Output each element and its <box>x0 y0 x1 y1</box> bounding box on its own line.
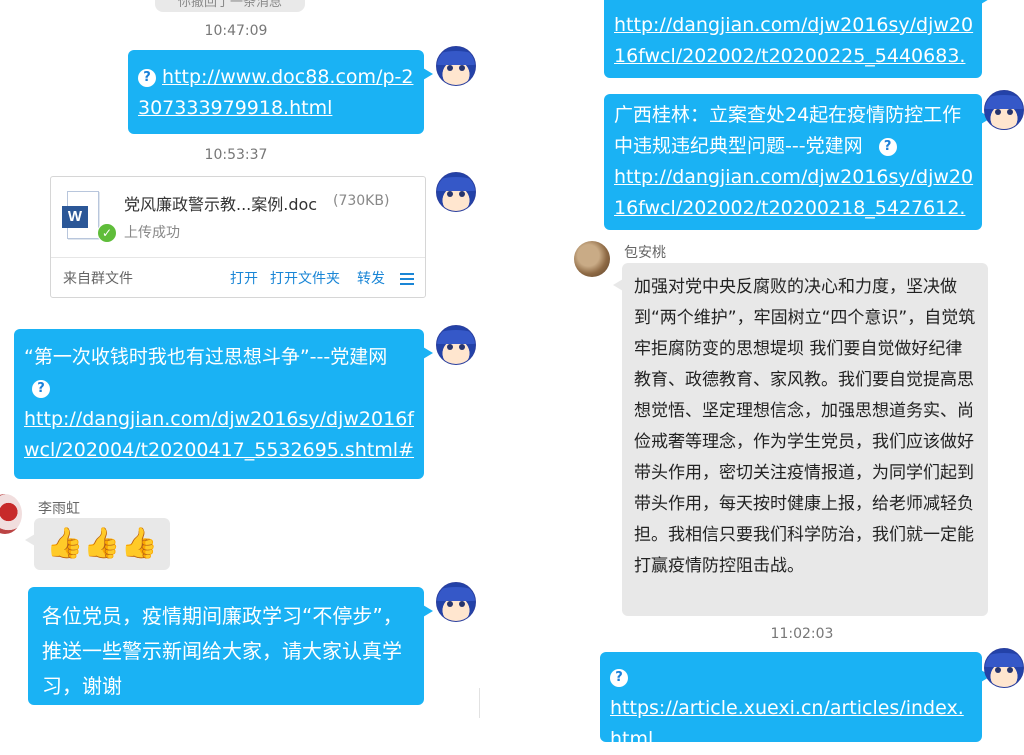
recall-notice: 你撤回了一条消息 <box>155 0 305 12</box>
check-icon: ✓ <box>97 223 117 243</box>
sender-name: 李雨虹 <box>38 501 80 517</box>
message-text: “第一次收钱时我也有过思想斗争”---党建网 <box>24 346 388 368</box>
question-icon: ? <box>610 669 628 687</box>
open-folder-button[interactable]: 打开文件夹 <box>270 268 340 288</box>
left-chat-pane: 你撤回了一条消息 10:47:09 ? http://www.doc88.com/… <box>0 0 480 723</box>
message-text: 广西桂林：立案查处24起在疫情防控工作中违规违纪典型问题---党建网 <box>614 104 962 157</box>
message-link[interactable]: http://dangjian.com/djw2016sy/djw2016fwc… <box>614 166 973 250</box>
message-link[interactable]: http://dangjian.com/djw2016sy/djw2016fwc… <box>24 408 414 461</box>
file-name: 党风廉政警示教...案例.doc <box>124 195 318 214</box>
word-doc-icon: W <box>62 191 99 239</box>
message-bubble-link[interactable]: “第一次收钱时我也有过思想斗争”---党建网 ? http://dangjian… <box>14 329 433 479</box>
message-bubble-link[interactable]: http://dangjian.com/djw2016sy/djw2016fwc… <box>604 0 991 98</box>
avatar[interactable] <box>984 648 1024 688</box>
avatar[interactable] <box>436 582 476 622</box>
divider <box>51 257 425 258</box>
forward-button[interactable]: 转发 <box>357 268 385 288</box>
file-card[interactable]: W ✓ 党风廉政警示教...案例.doc (730KB) 上传成功 来自群文件 … <box>50 176 426 298</box>
right-chat-pane: http://dangjian.com/djw2016sy/djw2016fwc… <box>510 0 1024 750</box>
question-icon: ? <box>878 138 897 156</box>
avatar[interactable] <box>436 46 476 86</box>
menu-icon[interactable] <box>400 273 414 285</box>
timestamp: 10:47:09 <box>204 23 268 39</box>
file-size: (730KB) <box>333 193 390 209</box>
message-text: 各位党员，疫情期间廉政学习“不停步”，推送一些警示新闻给大家，请大家认真学习，谢… <box>42 604 403 698</box>
pane-divider <box>479 688 480 718</box>
message-link[interactable]: https://article.xuexi.cn/articles/index.… <box>610 697 964 750</box>
timestamp: 11:02:03 <box>770 626 834 642</box>
sender-name: 包安桃 <box>624 245 666 261</box>
avatar[interactable] <box>574 241 610 277</box>
message-bubble-text[interactable]: 加强对党中央反腐败的决心和力度，坚决做到“两个维护”，牢固树立“四个意识”，自觉… <box>613 263 988 616</box>
message-link[interactable]: http://dangjian.com/djw2016sy/djw2016fwc… <box>614 14 973 98</box>
message-bubble-link[interactable]: ? https://article.xuexi.cn/articles/inde… <box>600 652 991 750</box>
question-icon: ? <box>32 380 50 398</box>
message-bubble-text[interactable]: 各位党员，疫情期间廉政学习“不停步”，推送一些警示新闻给大家，请大家认真学习，谢… <box>28 587 433 705</box>
file-source: 来自群文件 <box>63 271 133 287</box>
timestamp: 10:53:37 <box>204 147 268 163</box>
message-bubble-link[interactable]: ? http://www.doc88.com/p-2307333979918.ht… <box>128 50 433 134</box>
message-link[interactable]: http://www.doc88.com/p-2307333979918.htm… <box>138 66 413 119</box>
message-bubble-emoji[interactable]: 👍👍👍 <box>25 518 170 570</box>
thumbs-up-icon: 👍👍👍 <box>46 526 159 561</box>
message-text: 加强对党中央反腐败的决心和力度，坚决做到“两个维护”，牢固树立“四个意识”，自觉… <box>634 277 976 576</box>
avatar[interactable] <box>984 90 1024 130</box>
avatar[interactable] <box>436 325 476 365</box>
upload-status: 上传成功 <box>124 225 180 241</box>
avatar[interactable] <box>0 494 22 534</box>
question-icon: ? <box>138 69 156 87</box>
avatar[interactable] <box>436 172 476 212</box>
open-button[interactable]: 打开 <box>230 268 258 288</box>
message-bubble-link[interactable]: 广西桂林：立案查处24起在疫情防控工作中违规违纪典型问题---党建网 ? htt… <box>604 94 991 250</box>
